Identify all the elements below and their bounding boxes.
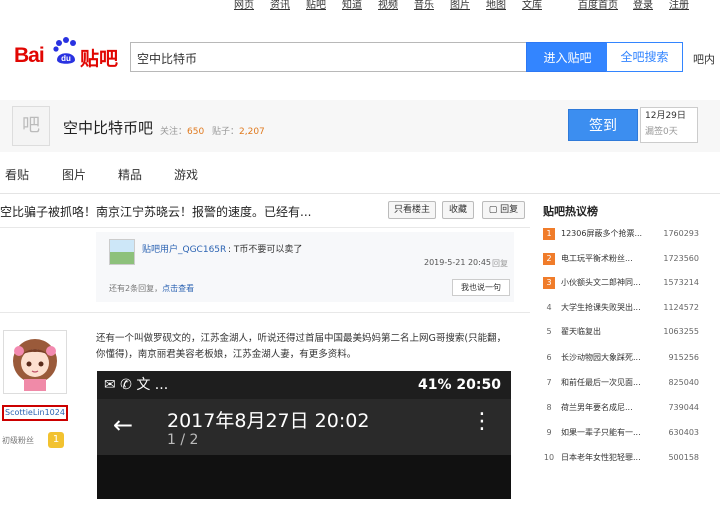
- author-avatar[interactable]: [3, 330, 67, 394]
- hot-list-item[interactable]: 7 和前任最后一次见面... 825040: [543, 375, 703, 391]
- hot-list-item[interactable]: 1 12306屏蔽多个抢票... 1760293: [543, 226, 703, 242]
- hot-topic-title[interactable]: 荷兰男年要名成尼...: [561, 400, 659, 416]
- hot-topic-title[interactable]: 长沙动物园大象踩死...: [561, 350, 659, 366]
- sign-in-button[interactable]: 签到: [568, 109, 638, 141]
- hot-list-item[interactable]: 8 荷兰男年要名成尼... 739044: [543, 400, 703, 416]
- hot-list-item[interactable]: 10 日本老年女性犯轻罪... 500158: [543, 450, 703, 466]
- hot-topic-title[interactable]: 大学生抢课失败哭出...: [561, 300, 659, 316]
- top-nav: 网页 资讯 贴吧 知道 视频 音乐 图片 地图 文库 百度首页 登录 注册: [0, 0, 720, 14]
- sign-in-info: 12月29日 漏签0天: [640, 107, 698, 143]
- cartoon-girl-avatar-image: [4, 331, 66, 393]
- nav-link-news[interactable]: 资讯: [270, 0, 290, 12]
- hot-topic-count: 1124572: [663, 303, 699, 312]
- nav-link-zhidao[interactable]: 知道: [342, 0, 362, 12]
- forum-tabs: 看贴 图片 精品 游戏: [0, 152, 720, 194]
- svg-text:du: du: [61, 54, 71, 63]
- search-all-button[interactable]: 全吧搜索: [606, 42, 683, 72]
- hot-topic-count: 1723560: [663, 254, 699, 263]
- hot-list-item[interactable]: 2 电工玩平衡术粉丝... 1723560: [543, 251, 703, 267]
- hot-list-item[interactable]: 9 如果一辈子只能有一... 630403: [543, 425, 703, 441]
- hot-topic-count: 1063255: [663, 327, 699, 336]
- hot-rank: 3: [543, 277, 555, 289]
- tab-images[interactable]: 图片: [62, 166, 86, 183]
- reply-button[interactable]: ▢ 回复: [482, 201, 525, 219]
- nav-link-music[interactable]: 音乐: [414, 0, 434, 12]
- hot-topic-title[interactable]: 翟天临复出: [561, 324, 659, 340]
- hot-list-item[interactable]: 3 小伙额头文二郎神同... 1573214: [543, 275, 703, 291]
- posts-stat: 贴子：2,207: [212, 127, 265, 137]
- nav-link-web[interactable]: 网页: [234, 0, 254, 12]
- search-input[interactable]: 空中比特币: [130, 42, 526, 72]
- hot-rank: 8: [546, 403, 552, 412]
- hot-rank: 7: [546, 378, 552, 387]
- sub-reply-time: 2019-5-21 20:45: [424, 258, 491, 267]
- nav-link-image[interactable]: 图片: [450, 0, 470, 12]
- say-something-button[interactable]: 我也说一句: [452, 279, 510, 296]
- hot-rank: 6: [546, 353, 552, 362]
- search-in-forum-link[interactable]: 吧内: [693, 51, 715, 67]
- hot-list-title: 贴吧热议榜: [543, 205, 598, 218]
- tab-games[interactable]: 游戏: [174, 166, 198, 183]
- hot-rank: 5: [546, 327, 552, 336]
- nav-link-map[interactable]: 地图: [486, 0, 506, 12]
- phone-status-bar: ✉ ✆ 文 ... 41% 20:50: [97, 371, 511, 399]
- nav-link-baidu-home[interactable]: 百度首页: [578, 0, 618, 12]
- hot-topic-count: 739044: [668, 403, 699, 412]
- thread-title: 空比骗子被抓咯！南京江宁苏晓云！报警的速度。已经有...: [0, 205, 312, 219]
- hot-topic-count: 1573214: [663, 278, 699, 287]
- view-more-link[interactable]: 点击查看: [162, 284, 194, 293]
- post-image[interactable]: ✉ ✆ 文 ... 41% 20:50 ← 2017年8月27日 20:02 1…: [97, 371, 511, 499]
- hot-list-item[interactable]: 4 大学生抢课失败哭出... 1124572: [543, 300, 703, 316]
- baidu-paw-icon: du: [53, 37, 76, 64]
- sub-reply-reply-link[interactable]: 回复: [492, 258, 508, 269]
- hot-topic-title[interactable]: 小伙额头文二郎神同...: [561, 275, 659, 291]
- favorite-button[interactable]: 收藏: [442, 201, 474, 219]
- baidu-tieba-logo[interactable]: Bai du 贴吧: [14, 34, 120, 70]
- divider: [0, 227, 530, 228]
- sub-reply-text: : T币不要可以卖了: [228, 245, 303, 255]
- back-arrow-icon: ←: [113, 411, 134, 439]
- tab-posts[interactable]: 看贴: [5, 166, 29, 183]
- sub-reply-avatar[interactable]: [109, 239, 135, 265]
- nav-link-tieba[interactable]: 贴吧: [306, 0, 326, 12]
- hot-topic-title[interactable]: 如果一辈子只能有一...: [561, 425, 659, 441]
- hot-rank: 2: [543, 253, 555, 265]
- nav-link-register[interactable]: 注册: [669, 0, 689, 12]
- hot-topic-count: 630403: [668, 428, 699, 437]
- hot-topic-count: 500158: [668, 453, 699, 462]
- hot-topic-title[interactable]: 日本老年女性犯轻罪...: [561, 450, 659, 466]
- hot-topic-title[interactable]: 电工玩平衡术粉丝...: [561, 251, 659, 267]
- more-vert-icon: ⋮: [471, 409, 493, 434]
- sub-reply-more: 还有2条回复，点击查看: [109, 284, 195, 293]
- author-username[interactable]: ScottieLin1024: [2, 405, 68, 421]
- hot-topic-title[interactable]: 12306屏蔽多个抢票...: [561, 226, 659, 242]
- hot-rank: 1: [543, 228, 555, 240]
- nav-link-login[interactable]: 登录: [633, 0, 653, 12]
- hot-list-item[interactable]: 5 翟天临复出 1063255: [543, 324, 703, 340]
- hot-list-item[interactable]: 6 长沙动物园大象踩死... 915256: [543, 350, 703, 366]
- follow-stat: 关注：650: [160, 127, 205, 137]
- sub-reply-username[interactable]: 贴吧用户_QGC165R: [142, 242, 226, 255]
- nav-link-wenku[interactable]: 文库: [522, 0, 542, 12]
- hot-rank: 4: [546, 303, 552, 312]
- forum-avatar[interactable]: 吧: [12, 106, 50, 146]
- hot-topic-count: 825040: [668, 378, 699, 387]
- phone-image-body: [97, 455, 511, 499]
- only-op-button[interactable]: 只看楼主: [388, 201, 436, 219]
- forum-name[interactable]: 空中比特币吧: [63, 117, 153, 138]
- hot-topic-count: 915256: [668, 353, 699, 362]
- nav-link-video[interactable]: 视频: [378, 0, 398, 12]
- tab-featured[interactable]: 精品: [118, 166, 142, 183]
- hot-topic-count: 1760293: [663, 229, 699, 238]
- divider: [0, 312, 530, 313]
- enter-forum-button[interactable]: 进入贴吧: [526, 42, 609, 72]
- hot-rank: 9: [546, 428, 552, 437]
- hot-topic-title[interactable]: 和前任最后一次见面...: [561, 375, 659, 391]
- post-content: 还有一个叫做罗砚文的，江苏金湖人，听说还得过首届中国最美妈妈第二名上网G哥搜索(…: [96, 333, 507, 360]
- level-badge-icon[interactable]: 1: [48, 432, 64, 448]
- hot-rank: 10: [543, 453, 555, 462]
- phone-gallery-bar: ← 2017年8月27日 20:02 1 / 2 ⋮: [97, 399, 511, 455]
